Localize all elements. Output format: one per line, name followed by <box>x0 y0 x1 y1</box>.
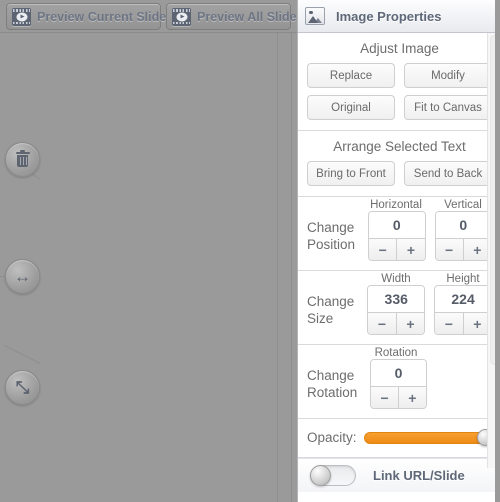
horizontal-header: Horizontal <box>370 199 422 211</box>
trash-icon <box>15 149 30 168</box>
width-decrement-button[interactable]: − <box>368 313 397 334</box>
change-rotation-label-line2: Rotation <box>307 385 358 400</box>
height-value[interactable]: 224 <box>435 286 491 312</box>
opacity-slider-track[interactable] <box>363 432 492 444</box>
height-decrement-button[interactable]: − <box>435 313 464 334</box>
link-url-slide-toggle[interactable] <box>310 465 356 486</box>
position-row: Change Position 0 − + 0 − + <box>307 211 492 261</box>
arrange-text-title: Arrange Selected Text <box>333 139 466 154</box>
preview-current-slide-label: Preview Current Slide <box>37 9 167 24</box>
change-rotation-section: Rotation . Change Rotation 0 − + <box>298 345 500 419</box>
app-root: Preview Current Slide Preview All Slides… <box>0 0 500 502</box>
vertical-value[interactable]: 0 <box>435 212 491 238</box>
width-value[interactable]: 336 <box>368 286 425 312</box>
opacity-slider[interactable] <box>363 429 494 446</box>
fit-to-canvas-button[interactable]: Fit to Canvas <box>404 95 492 120</box>
change-size-label: Change Size <box>307 293 358 327</box>
rotation-value[interactable]: 0 <box>371 360 426 386</box>
change-position-label: Change Position <box>307 219 359 253</box>
send-to-back-button[interactable]: Send to Back <box>404 161 492 186</box>
arrange-row: Bring to Front Send to Back <box>307 161 492 186</box>
change-position-section: Horizontal Vertical Change Position 0 − … <box>298 197 500 271</box>
change-size-label-line2: Size <box>307 311 334 326</box>
rotation-header: Rotation <box>374 347 418 359</box>
size-row: Change Size 336 − + 224 − + <box>307 285 492 335</box>
resize-handle[interactable]: ⤡ <box>5 370 40 405</box>
link-url-slide-section: Link URL/Slide <box>298 458 500 492</box>
delete-handle[interactable] <box>5 142 40 177</box>
preview-all-slides-label: Preview All Slides <box>197 9 304 24</box>
change-size-section: Width Height Change Size 336 − + 224 − + <box>298 271 500 345</box>
change-rotation-label-line1: Change <box>307 368 355 383</box>
bring-to-front-button[interactable]: Bring to Front <box>307 161 395 186</box>
height-header: Height <box>446 273 480 285</box>
modify-button[interactable]: Modify <box>404 63 492 88</box>
adjust-row-1: Replace Modify <box>307 63 492 88</box>
rotation-row: Change Rotation 0 − + <box>307 359 492 409</box>
replace-button[interactable]: Replace <box>307 63 395 88</box>
canvas-divider-secondary <box>291 33 292 502</box>
position-headers: Horizontal Vertical <box>307 199 492 211</box>
change-position-label-line2: Position <box>307 237 356 252</box>
rotation-stepper[interactable]: 0 − + <box>370 359 427 409</box>
vertical-decrement-button[interactable]: − <box>436 239 464 260</box>
horizontal-decrement-button[interactable]: − <box>369 239 398 260</box>
horizontal-value[interactable]: 0 <box>369 212 425 238</box>
preview-all-slides-button[interactable]: Preview All Slides <box>166 3 304 30</box>
preview-current-slide-button[interactable]: Preview Current Slide <box>6 3 166 30</box>
height-stepper[interactable]: 224 − + <box>434 285 492 335</box>
window-right-edge <box>495 0 500 502</box>
filmstrip-play-icon <box>12 7 31 26</box>
editor-toolbar: Preview Current Slide Preview All Slides <box>0 0 304 33</box>
rotation-increment-button[interactable]: + <box>399 387 426 408</box>
width-header: Width <box>381 273 411 285</box>
horizontal-stepper[interactable]: 0 − + <box>368 211 426 261</box>
image-properties-panel: Image Properties Adjust Image Replace Mo… <box>297 0 500 502</box>
horizontal-arrows-icon: ↔ <box>14 267 31 286</box>
rotation-headers: Rotation . <box>307 347 492 359</box>
horizontal-increment-button[interactable]: + <box>397 239 424 260</box>
opacity-section: Opacity: <box>298 419 500 458</box>
slide-canvas[interactable]: ↔ ⤡ <box>0 33 297 502</box>
panel-title: Image Properties <box>336 8 442 24</box>
width-increment-button[interactable]: + <box>397 313 424 334</box>
canvas-divider <box>277 33 278 502</box>
adjust-image-title: Adjust Image <box>360 41 439 56</box>
image-icon <box>305 7 325 25</box>
panel-body: Adjust Image Replace Modify Original Fit… <box>298 33 500 492</box>
vertical-header: Vertical <box>444 199 482 211</box>
change-position-label-line1: Change <box>307 220 355 235</box>
panel-header: Image Properties <box>298 0 500 33</box>
adjust-row-2: Original Fit to Canvas <box>307 95 492 120</box>
original-button[interactable]: Original <box>307 95 395 120</box>
change-size-label-line1: Change <box>307 294 355 309</box>
opacity-label: Opacity: <box>307 430 357 445</box>
slide-editor: Preview Current Slide Preview All Slides… <box>0 0 304 502</box>
arrange-text-section: Arrange Selected Text Bring to Front Sen… <box>298 131 500 197</box>
width-stepper[interactable]: 336 − + <box>367 285 426 335</box>
rotation-decrement-button[interactable]: − <box>371 387 399 408</box>
adjust-image-section: Adjust Image Replace Modify Original Fit… <box>298 33 500 131</box>
filmstrip-play-icon <box>172 7 191 26</box>
toggle-knob <box>310 465 331 486</box>
diagonal-resize-arrow-icon: ⤡ <box>15 378 30 397</box>
move-handle[interactable]: ↔ <box>5 259 40 294</box>
link-url-slide-label: Link URL/Slide <box>373 468 465 483</box>
change-rotation-label: Change Rotation <box>307 367 361 401</box>
size-headers: Width Height <box>307 273 492 285</box>
handle-connector-line <box>4 344 41 364</box>
vertical-stepper[interactable]: 0 − + <box>434 211 492 261</box>
